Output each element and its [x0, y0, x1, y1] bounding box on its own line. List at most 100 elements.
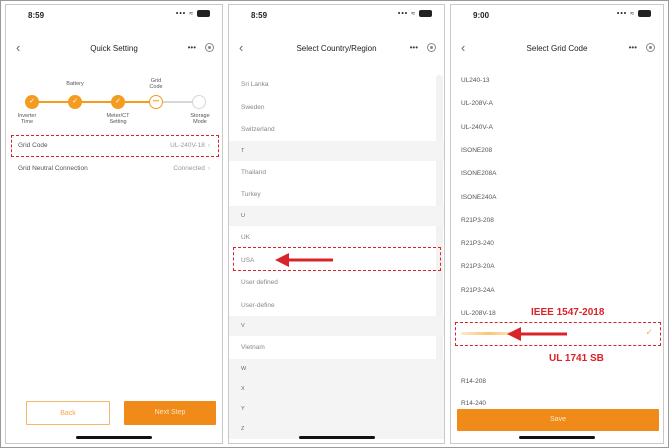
more-icon[interactable]: •••	[188, 43, 196, 52]
index-letter-header: X	[229, 379, 444, 399]
grid-code-item-label: UL240-13	[461, 77, 490, 84]
home-indicator	[76, 436, 152, 439]
country-item-label: User defined	[241, 279, 278, 287]
home-indicator	[298, 436, 375, 439]
status-bar: 8:59 ••• ≈	[229, 5, 444, 27]
country-item[interactable]: User defined	[229, 271, 444, 293]
more-icon[interactable]: •••	[629, 43, 637, 52]
grid-code-item-label: ISONE208A	[461, 170, 497, 178]
annotation-ieee: IEEE 1547-2018	[531, 307, 605, 318]
country-item-label: Switzerland	[241, 126, 275, 134]
step-meter-check-icon[interactable]: ✓	[111, 95, 125, 109]
step-grid-code-current-icon[interactable]: •••	[149, 95, 163, 109]
back-button[interactable]: Back	[26, 401, 110, 425]
more-icon[interactable]: •••	[410, 43, 418, 52]
grid-code-item-label: UL-208V-A	[461, 100, 493, 108]
status-time: 8:59	[251, 11, 268, 20]
arrow-left-icon	[507, 327, 567, 341]
step-label-meter: Meter/CT Setting	[106, 113, 130, 125]
usa-highlight-box	[233, 247, 441, 271]
grid-neutral-label: Grid Neutral Connection	[18, 165, 88, 172]
country-item[interactable]: Turkey	[229, 183, 444, 205]
grid-code-item-label: R21P3-20A	[461, 263, 495, 271]
battery-icon	[197, 10, 210, 17]
country-item-label: User-define	[241, 301, 275, 309]
grid-code-item-label: UL-208V-18	[461, 310, 496, 317]
grid-code-item[interactable]: UL-208V-A	[451, 92, 663, 114]
country-item-label: Vietnam	[241, 344, 265, 352]
step-label-battery: Battery	[66, 81, 84, 87]
chevron-right-icon: ›	[207, 165, 210, 172]
index-letter-header: Y	[229, 399, 444, 419]
country-item[interactable]: Sri Lanka	[229, 73, 444, 95]
grid-code-item-label: ISONE240A	[461, 193, 497, 201]
country-item-label: W	[241, 366, 247, 372]
grid-code-item[interactable]: R21P3-24A	[451, 279, 663, 301]
grid-code-item-label: R21P3-24A	[461, 286, 495, 294]
annotation-ul: UL 1741 SB	[549, 353, 604, 364]
grid-code-item[interactable]: ISONE240A	[451, 186, 663, 208]
index-letter-header: V	[229, 316, 444, 337]
country-item-label: Sweden	[241, 103, 265, 111]
grid-code-item[interactable]: ISONE208A	[451, 162, 663, 184]
step-battery-check-icon[interactable]: ✓	[68, 95, 82, 109]
grid-code-item[interactable]: R21P3-20A	[451, 255, 663, 277]
signal-wifi-icon: ••• ≈	[617, 10, 651, 17]
battery-icon	[638, 10, 651, 17]
arrow-left-icon	[275, 253, 333, 267]
grid-neutral-row[interactable]: Grid Neutral Connection Connected ›	[6, 157, 222, 179]
grid-neutral-value: Connected ›	[173, 165, 210, 172]
grid-code-item[interactable]: UL240-13	[451, 69, 663, 91]
step-storage-mode-icon[interactable]	[192, 95, 206, 109]
country-item-label: U	[241, 213, 245, 219]
save-button[interactable]: Save	[457, 409, 659, 431]
target-icon[interactable]	[205, 43, 214, 52]
grid-code-item[interactable]: UL-240V-A	[451, 116, 663, 138]
grid-code-item-label: R14-240	[461, 400, 486, 407]
status-time: 8:59	[28, 11, 45, 20]
grid-code-item[interactable]: R14-208	[451, 370, 663, 392]
index-letter-header: T	[229, 140, 444, 161]
select-country-screen: 8:59 ••• ≈ ‹ Select Country/Region ••• S…	[228, 4, 445, 444]
nav-bar: ‹ Select Country/Region •••	[229, 39, 444, 59]
step-inverter-time-check-icon[interactable]: ✓	[25, 95, 39, 109]
target-icon[interactable]	[646, 43, 655, 52]
country-item-label: Turkey	[241, 191, 261, 199]
quick-setting-screen: 8:59 ••• ≈ ‹ Quick Setting ••• ✓ ✓ ✓ •••…	[5, 4, 223, 444]
index-letter-header: W	[229, 359, 444, 379]
step-label-grid-code: Grid Code	[149, 78, 163, 90]
country-item[interactable]: Sweden	[229, 96, 444, 118]
battery-icon	[419, 10, 432, 17]
grid-code-item-label: ISONE208	[461, 146, 493, 154]
home-indicator	[519, 436, 595, 439]
signal-wifi-icon: ••• ≈	[398, 10, 432, 17]
country-item-label: T	[241, 147, 245, 154]
country-item[interactable]: Switzerland	[229, 118, 444, 140]
status-bar: 9:00 ••• ≈	[451, 5, 663, 27]
country-item[interactable]: UK	[229, 226, 444, 248]
country-item[interactable]: Thailand	[229, 161, 444, 183]
grid-code-item-label: R21P3-240	[461, 240, 494, 248]
grid-code-item[interactable]: R21P3-240	[451, 232, 663, 254]
country-item[interactable]: User-define	[229, 294, 444, 316]
grid-code-item-label: R21P3-208	[461, 216, 494, 224]
country-item-label: UK	[241, 234, 251, 241]
index-letter-header: U	[229, 206, 444, 226]
country-item-label: Y	[241, 406, 245, 412]
country-item-label: Thailand	[241, 168, 266, 176]
grid-code-item[interactable]: ISONE208	[451, 139, 663, 161]
country-item-label: Z	[241, 426, 245, 432]
country-item[interactable]: Vietnam	[229, 336, 444, 358]
target-icon[interactable]	[427, 43, 436, 52]
grid-code-item-label: UL-240V-A	[461, 123, 493, 131]
step-label-inverter-time: Inverter Time	[17, 113, 37, 125]
status-bar: 8:59 ••• ≈	[6, 5, 222, 27]
signal-wifi-icon: ••• ≈	[176, 10, 210, 17]
nav-bar: ‹ Select Grid Code •••	[451, 39, 663, 59]
country-item-label: Sri Lanka	[241, 81, 269, 88]
nav-bar: ‹ Quick Setting •••	[6, 39, 222, 59]
status-time: 9:00	[473, 11, 490, 20]
grid-code-item[interactable]: R21P3-208	[451, 209, 663, 231]
next-step-button[interactable]: Next Step	[124, 401, 216, 425]
step-label-storage-mode: Storage Mode	[190, 113, 210, 125]
